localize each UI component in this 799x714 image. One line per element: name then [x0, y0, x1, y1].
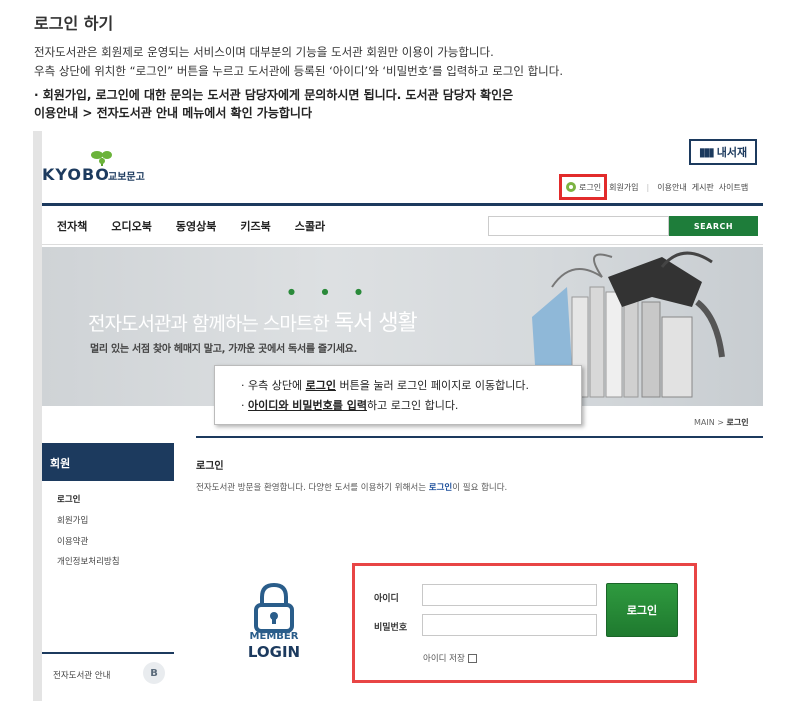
- banner-title: 전자도서관과 함께하는 스마트한 독서 생활: [88, 305, 418, 337]
- page-description: 전자도서관 방문을 환영합니다. 다양한 도서를 이용하기 위해서는 로그인이 …: [196, 481, 507, 493]
- site-screenshot: KYOBO 교보문고 ▮▮▮ 내서재 로그인 회원가입 | 이용안내 게시판 사…: [33, 131, 763, 701]
- side-menu-privacy[interactable]: 개인정보처리방침: [57, 555, 120, 567]
- top-guide-link[interactable]: 이용안내: [657, 182, 686, 193]
- breadcrumb-home[interactable]: MAIN: [694, 418, 715, 427]
- header-divider: [42, 203, 763, 206]
- page-title: 로그인: [196, 461, 224, 472]
- nav-ebook[interactable]: 전자책: [57, 216, 87, 238]
- side-footer-divider: [42, 652, 174, 654]
- password-label: 비밀번호: [374, 623, 408, 633]
- banner-title-b: 독서 생활: [333, 311, 418, 336]
- member-login-word1: MEMBER: [249, 631, 299, 642]
- banner-title-a: 전자도서관과 함께하는 스마트한: [88, 313, 334, 335]
- callout-1a: · 우측 상단에: [241, 379, 306, 392]
- nav-audiobook[interactable]: 오디오북: [111, 216, 151, 238]
- help-paragraph-2: 우측 상단에 위치한 “로그인” 버튼을 누르고 도서관에 등록된 ‘아이디’와…: [34, 64, 563, 78]
- breadcrumb: MAIN > 로그인: [694, 417, 749, 428]
- search-button[interactable]: SEARCH: [669, 216, 758, 236]
- side-menu-title: 회원: [42, 443, 174, 481]
- logo-korean: 교보문고: [108, 172, 145, 183]
- page-desc-c: 이 필요 합니다.: [452, 483, 508, 493]
- top-board-link[interactable]: 게시판: [692, 182, 714, 193]
- top-login-link[interactable]: 로그인: [559, 174, 608, 200]
- logo-wordmark: KYOBO: [42, 165, 110, 184]
- callout-1c: 버튼을 눌러 로그인 페이지로 이동합니다.: [335, 379, 529, 392]
- id-input[interactable]: [422, 584, 597, 606]
- search-input[interactable]: [488, 216, 669, 236]
- login-icon: [566, 182, 576, 192]
- callout-2c: 하고 로그인 합니다.: [366, 399, 459, 412]
- my-library-button[interactable]: ▮▮▮ 내서재: [689, 139, 757, 165]
- save-id-option[interactable]: 아이디 저장: [423, 652, 477, 664]
- library-info-icon[interactable]: B: [143, 662, 165, 684]
- breadcrumb-separator: >: [714, 418, 727, 427]
- callout-2b: 아이디와 비밀번호를 입력: [248, 399, 367, 412]
- main-nav: 전자책 오디오북 동영상북 키즈북 스콜라: [42, 216, 333, 238]
- callout-1b: 로그인: [305, 379, 336, 392]
- save-id-label: 아이디 저장: [423, 654, 465, 664]
- top-login-label: 로그인: [579, 182, 602, 192]
- id-label: 아이디: [374, 594, 399, 604]
- banner-dots: ● ● ●: [288, 287, 375, 296]
- utility-links: 로그인 회원가입 | 이용안내 게시판 사이트맵: [559, 174, 748, 200]
- password-input[interactable]: [422, 614, 597, 636]
- page-desc-a: 전자도서관 방문을 환영합니다. 다양한 도서를 이용하기 위해서는: [196, 483, 429, 493]
- help-note-2: 이용안내 > 전자도서관 안내 메뉴에서 확인 가능합니다: [34, 106, 313, 120]
- banner-subtitle: 멀리 있는 서점 찾아 헤매지 말고, 가까운 곳에서 독서를 즐기세요.: [90, 344, 358, 355]
- top-sitemap-link[interactable]: 사이트맵: [719, 182, 748, 193]
- callout-2a: ·: [241, 399, 248, 412]
- nav-scholar[interactable]: 스콜라: [295, 216, 325, 238]
- nav-kidsbook[interactable]: 키즈북: [240, 216, 270, 238]
- help-paragraph-1: 전자도서관은 회원제로 운영되는 서비스이며 대부분의 기능을 도서관 회원만 …: [34, 45, 494, 59]
- nav-videobook[interactable]: 동영상북: [176, 216, 216, 238]
- instruction-callout: · 우측 상단에 로그인 버튼을 눌러 로그인 페이지로 이동합니다. · 아이…: [214, 365, 582, 425]
- side-footer-label[interactable]: 전자도서관 안내: [53, 669, 110, 681]
- side-menu-signup[interactable]: 회원가입: [57, 514, 88, 526]
- nav-divider: [42, 244, 763, 245]
- login-submit-button[interactable]: 로그인: [606, 583, 678, 637]
- login-form: 아이디 비밀번호 로그인 아이디 저장: [352, 563, 697, 683]
- breadcrumb-current: 로그인: [726, 418, 749, 427]
- side-menu-terms[interactable]: 이용약관: [57, 535, 88, 547]
- top-signup-link[interactable]: 회원가입: [609, 182, 638, 193]
- page-desc-b: 로그인: [428, 483, 453, 493]
- kyobo-logo[interactable]: KYOBO 교보문고: [42, 149, 172, 189]
- books-icon: ▮▮▮: [698, 145, 715, 159]
- my-library-label: 내서재: [716, 146, 748, 159]
- help-note-1: · 회원가입, 로그인에 대한 문의는 도서관 담당자에게 문의하시면 됩니다.…: [34, 88, 514, 102]
- callout-line-1: · 우측 상단에 로그인 버튼을 눌러 로그인 페이지로 이동합니다.: [241, 376, 581, 396]
- member-login-word2: LOGIN: [247, 643, 301, 661]
- save-id-checkbox[interactable]: [467, 653, 477, 663]
- help-title: 로그인 하기: [34, 14, 114, 33]
- content-divider: [196, 436, 763, 438]
- callout-line-2: · 아이디와 비밀번호를 입력하고 로그인 합니다.: [241, 396, 581, 416]
- link-divider: |: [646, 182, 650, 192]
- padlock-icon: [254, 583, 294, 633]
- side-menu-login[interactable]: 로그인: [57, 493, 80, 505]
